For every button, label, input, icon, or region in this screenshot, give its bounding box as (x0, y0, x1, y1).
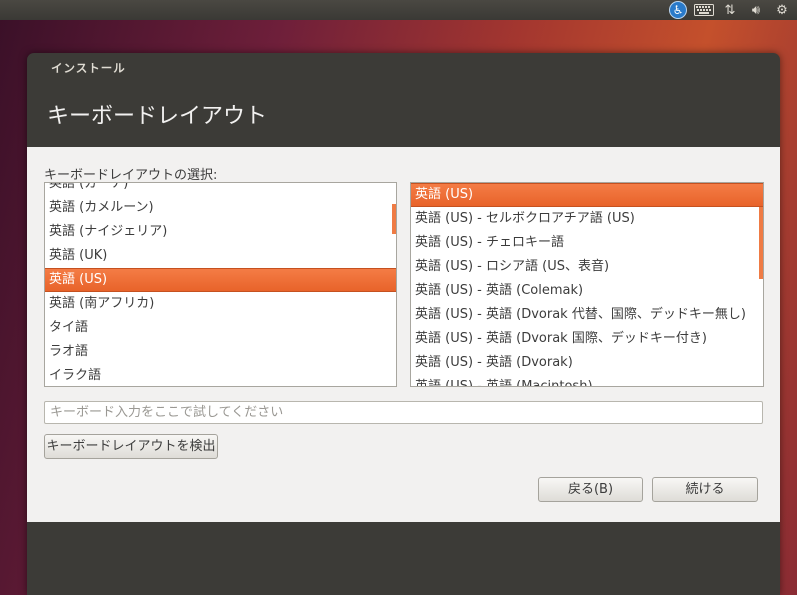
layout-language-list[interactable]: 英語 (ガーナ) 英語 (カメルーン) 英語 (ナイジェリア) 英語 (UK) 英語 (… (44, 182, 397, 387)
layout-variant-list-items: 英語 (US) 英語 (US) - セルボクロアチア語 (US) 英語 (US) -… (411, 183, 763, 386)
layout-variant-list[interactable]: 英語 (US) 英語 (US) - セルボクロアチア語 (US) 英語 (US) -… (410, 182, 764, 387)
list-item[interactable]: 英語 (US) (45, 268, 396, 292)
list-item[interactable]: ラオ語 (45, 340, 396, 364)
list-item[interactable]: 英語 (ナイジェリア) (45, 220, 396, 244)
list-item[interactable]: 英語 (南アフリカ) (45, 292, 396, 316)
layout-select-label: キーボードレイアウトの選択: (44, 168, 218, 183)
gear-icon[interactable]: ⚙ (769, 0, 795, 20)
continue-button[interactable]: 続ける (652, 477, 758, 502)
list-item[interactable]: 英語 (US) - ロシア語 (US、表音) (411, 255, 763, 279)
scrollbar[interactable] (392, 204, 396, 234)
installer-window: インストール キーボードレイアウト キーボードレイアウトの選択: 英語 (ガーナ… (27, 53, 780, 595)
list-item[interactable]: 英語 (US) - 英語 (Dvorak 国際、デッドキー付き) (411, 327, 763, 351)
list-item[interactable]: 英語 (UK) (45, 244, 396, 268)
window-title: インストール (51, 61, 126, 75)
list-item[interactable]: 英語 (カメルーン) (45, 196, 396, 220)
list-item[interactable]: 英語 (US) - 英語 (Macintosh) (411, 375, 763, 386)
detect-layout-button[interactable]: キーボードレイアウトを検出 (44, 434, 218, 459)
list-item[interactable]: 英語 (US) - 英語 (Colemak) (411, 279, 763, 303)
network-icon[interactable]: ⇅ (717, 0, 743, 20)
list-item[interactable]: タイ語 (45, 316, 396, 340)
list-item[interactable]: 英語 (US) - 英語 (Dvorak 代替、国際、デッドキー無し) (411, 303, 763, 327)
volume-icon[interactable]: 🔊︎ (743, 0, 769, 20)
scrollbar[interactable] (759, 207, 763, 279)
list-item[interactable]: 英語 (US) - セルボクロアチア語 (US) (411, 207, 763, 231)
list-item[interactable]: 英語 (US) - チェロキー語 (411, 231, 763, 255)
list-item[interactable]: 英語 (ガーナ) (45, 183, 396, 196)
window-footer (27, 522, 780, 595)
layout-language-list-items: 英語 (ガーナ) 英語 (カメルーン) 英語 (ナイジェリア) 英語 (UK) 英語 (… (45, 183, 396, 386)
keyboard-icon[interactable] (691, 0, 717, 20)
accessibility-icon[interactable]: ♿ (665, 0, 691, 20)
content-area: キーボードレイアウトの選択: 英語 (ガーナ) 英語 (カメルーン) 英語 (ナイジ… (27, 147, 780, 522)
top-panel: ♿ ⇅ 🔊︎ ⚙ (0, 0, 797, 20)
page-title: キーボードレイアウト (47, 104, 268, 129)
list-item[interactable]: 英語 (US) - 英語 (Dvorak) (411, 351, 763, 375)
list-item[interactable]: イラク語 (45, 364, 396, 386)
list-item[interactable]: 英語 (US) (411, 183, 763, 207)
back-button[interactable]: 戻る(B) (538, 477, 643, 502)
keyboard-test-input[interactable] (44, 401, 763, 424)
